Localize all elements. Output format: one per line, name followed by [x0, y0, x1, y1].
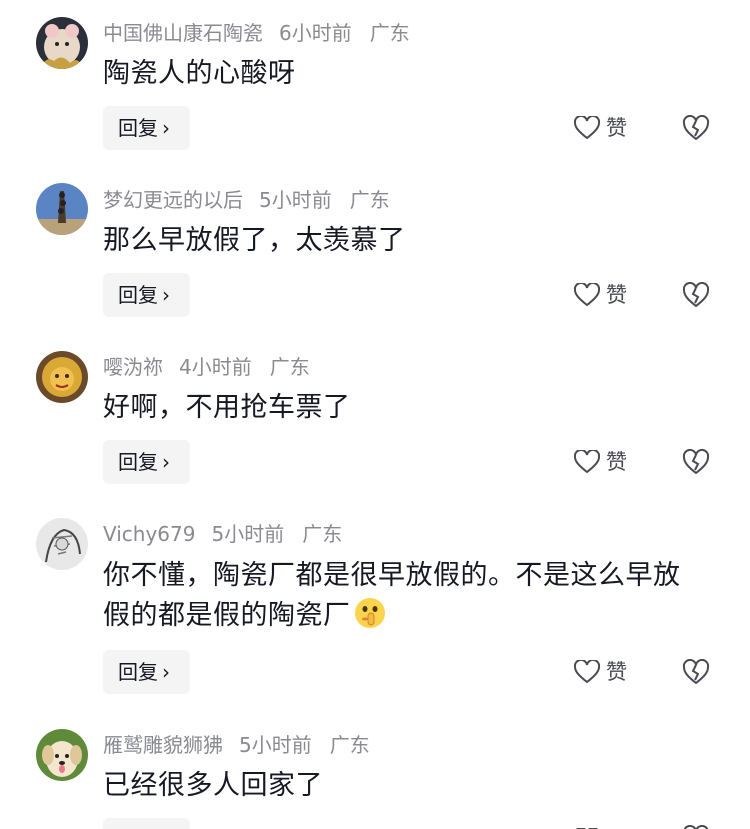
- chevron-right-icon: ›: [162, 450, 170, 474]
- comment-text-line: 假的都是假的陶瓷厂: [103, 596, 723, 636]
- avatar[interactable]: [36, 183, 88, 235]
- heart-icon: [573, 281, 601, 307]
- dislike-button[interactable]: [682, 448, 710, 477]
- username[interactable]: Vichy679: [103, 522, 195, 546]
- like-button[interactable]: 赞: [573, 445, 627, 479]
- username[interactable]: 中国佛山康石陶瓷: [103, 21, 263, 45]
- username[interactable]: 梦幻更远的以后: [103, 188, 243, 212]
- reply-label: 回复: [118, 660, 158, 684]
- shushing-face-emoji: [354, 598, 385, 628]
- broken-heart-icon: [682, 448, 710, 475]
- reply-label: 回复: [118, 283, 158, 307]
- like-button[interactable]: 赞: [574, 823, 627, 829]
- like-label: 赞: [606, 450, 627, 474]
- dislike-button[interactable]: [682, 658, 710, 687]
- comment-text: 好啊，不用抢车票了: [103, 392, 351, 423]
- chevron-right-icon: ›: [162, 660, 170, 684]
- avatar[interactable]: [36, 17, 88, 69]
- like-button[interactable]: 赞: [573, 278, 627, 312]
- reply-button[interactable]: 回复›: [103, 818, 190, 829]
- broken-heart-icon: [683, 824, 709, 829]
- like-button[interactable]: 赞: [573, 655, 627, 689]
- comment-meta: 中国佛山康石陶瓷 6小时前 广东: [103, 18, 428, 48]
- like-label: 赞: [606, 660, 627, 684]
- location: 广东: [369, 21, 410, 45]
- heart-icon: [573, 114, 601, 140]
- like-label: 赞: [606, 283, 627, 307]
- dislike-button[interactable]: [682, 114, 710, 143]
- timestamp: 5小时前: [211, 522, 285, 546]
- heart-icon: [573, 658, 601, 684]
- chevron-right-icon: ›: [162, 283, 170, 307]
- reply-button[interactable]: 回复›: [103, 440, 190, 484]
- comment-text: 那么早放假了，太羡慕了: [103, 225, 406, 256]
- avatar[interactable]: [36, 351, 88, 403]
- chevron-right-icon: ›: [162, 818, 170, 829]
- avatar[interactable]: [36, 518, 88, 570]
- timestamp: 6小时前: [279, 21, 352, 45]
- reply-button[interactable]: 回复›: [103, 650, 190, 694]
- dislike-button[interactable]: [682, 281, 710, 310]
- comment-text-line: 你不懂，陶瓷厂都是很早放假的。不是这么早放: [103, 560, 681, 591]
- like-label: 赞: [606, 116, 627, 140]
- broken-heart-icon: [682, 114, 710, 141]
- location: 广东: [302, 522, 343, 546]
- comment-meta: Vichy679 5小时前 广东: [103, 519, 360, 549]
- dislike-button[interactable]: [682, 824, 710, 829]
- reply-button[interactable]: 回复›: [103, 273, 190, 317]
- broken-heart-icon: [682, 281, 710, 308]
- location: 广东: [269, 355, 310, 379]
- comment-text: 陶瓷人的心酸呀: [103, 58, 296, 89]
- heart-icon: [573, 448, 601, 474]
- broken-heart-icon: [682, 658, 710, 685]
- timestamp: 4小时前: [179, 355, 252, 379]
- comment-meta: 雁鹫雕貌狮狒 5小时前 广东: [103, 730, 388, 760]
- reply-label: 回复: [118, 450, 158, 474]
- reply-label: 回复: [118, 116, 158, 140]
- comment-text: 你不懂，陶瓷厂都是很早放假的。不是这么早放 假的都是假的陶瓷厂: [103, 556, 723, 636]
- timestamp: 5小时前: [259, 188, 332, 212]
- comment-text: 已经很多人回家了: [103, 770, 323, 801]
- username[interactable]: 雁鹫雕貌狮狒: [103, 733, 223, 757]
- chevron-right-icon: ›: [162, 116, 170, 140]
- like-button[interactable]: 赞: [573, 111, 627, 145]
- comment-meta: 梦幻更远的以后 5小时前 广东: [103, 185, 408, 215]
- comment-meta: 嘤沩祢 4小时前 广东: [103, 352, 328, 382]
- location: 广东: [349, 188, 390, 212]
- username[interactable]: 嘤沩祢: [103, 355, 163, 379]
- reply-button[interactable]: 回复›: [103, 106, 190, 150]
- avatar[interactable]: [36, 729, 88, 781]
- location: 广东: [329, 733, 370, 757]
- comment-text-continuation: 假的都是假的陶瓷厂: [103, 600, 351, 631]
- timestamp: 5小时前: [239, 733, 312, 757]
